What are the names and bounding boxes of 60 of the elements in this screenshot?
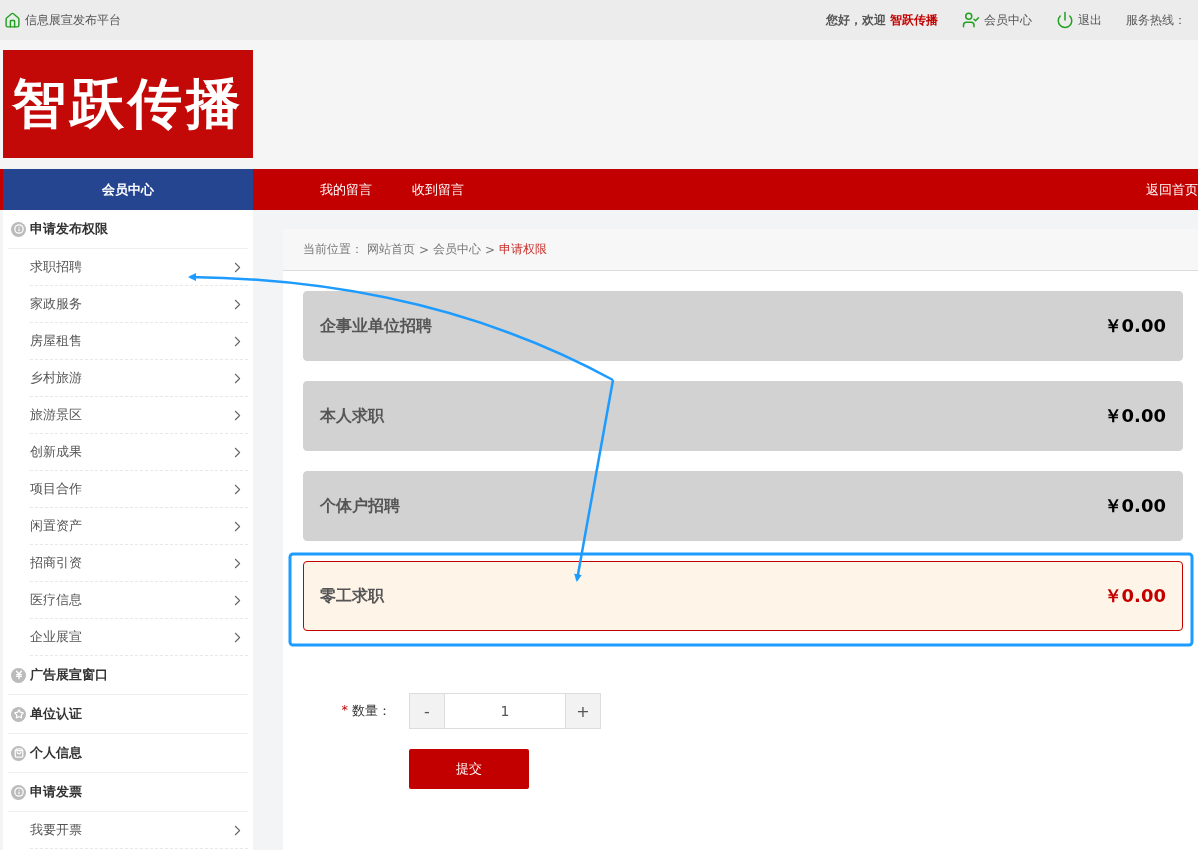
greeting: 您好，欢迎 [826,11,886,29]
sidebar-heading[interactable]: 单位认证 [8,695,248,734]
logo: 智跃传播 [3,50,253,158]
quantity-label: 数量： [352,702,391,720]
plan-name: 零工求职 [320,585,384,607]
breadcrumb-link[interactable]: 网站首页 [367,241,415,258]
info-icon [11,784,26,800]
power-icon [1056,11,1074,29]
nav-link[interactable]: 收到留言 [412,180,464,199]
sidebar-item[interactable]: 闲置资产 [30,508,248,545]
current-page-title: 申请权限 [499,241,548,258]
user-icon [962,11,980,29]
sidebar-item[interactable]: 家政服务 [30,286,248,323]
plan-name: 企事业单位招聘 [320,315,432,337]
plan-option[interactable]: 零工求职 ￥0.00 [303,561,1183,631]
home-icon [4,11,21,29]
plan-option[interactable]: 企事业单位招聘 ￥0.00 [303,291,1183,361]
star-icon [11,706,26,722]
increase-button[interactable]: + [565,693,601,729]
site-name: 信息展宣发布平台 [25,11,121,29]
bag-icon [11,745,26,761]
sidebar-heading[interactable]: 广告展宣窗口 [8,656,248,695]
sidebar-item[interactable]: 求职招聘 [30,249,248,286]
sidebar-item[interactable]: 我要开票 [30,812,248,849]
sidebar-heading[interactable]: 申请发票 [8,773,248,812]
sidebar-item[interactable]: 企业展宣 [30,619,248,656]
sidebar-item[interactable]: 项目合作 [30,471,248,508]
yen-icon [11,667,26,683]
member-center-link[interactable]: 会员中心 [962,11,1032,29]
hotline-label: 服务热线： [1126,11,1186,29]
breadcrumb-separator: > [419,242,430,257]
user-name: 智跃传播 [890,11,938,29]
breadcrumb-separator: > [485,242,496,257]
nav-member-center[interactable]: 会员中心 [3,169,253,210]
required-mark: * [341,702,348,719]
sidebar-item[interactable]: 乡村旅游 [30,360,248,397]
plan-option[interactable]: 本人求职 ￥0.00 [303,381,1183,451]
sidebar-item[interactable]: 旅游景区 [30,397,248,434]
decrease-button[interactable]: - [409,693,445,729]
breadcrumb-label: 当前位置： [303,241,363,258]
sidebar-heading[interactable]: 申请发布权限 [8,210,248,249]
plan-price: ￥0.00 [1103,404,1166,428]
nav-home-link[interactable]: 返回首页 [1146,180,1198,199]
nav-link[interactable]: 我的留言 [320,180,372,199]
breadcrumb-link[interactable]: 会员中心 [433,241,482,258]
sidebar-item[interactable]: 创新成果 [30,434,248,471]
submit-button[interactable]: 提交 [409,749,529,789]
plan-price: ￥0.00 [1103,314,1166,338]
plan-name: 本人求职 [320,405,384,427]
logout-link[interactable]: 退出 [1056,11,1102,29]
sidebar-item[interactable]: 医疗信息 [30,582,248,619]
plan-option[interactable]: 个体户招聘 ￥0.00 [303,471,1183,541]
sidebar-item[interactable]: 房屋租售 [30,323,248,360]
quantity-field[interactable]: 1 [445,693,565,729]
sidebar-heading[interactable]: 个人信息 [8,734,248,773]
sidebar-item[interactable]: 招商引资 [30,545,248,582]
plan-price: ￥0.00 [1103,494,1166,518]
plan-price: ￥0.00 [1103,584,1166,608]
info-icon [11,221,26,237]
plan-name: 个体户招聘 [320,495,400,517]
